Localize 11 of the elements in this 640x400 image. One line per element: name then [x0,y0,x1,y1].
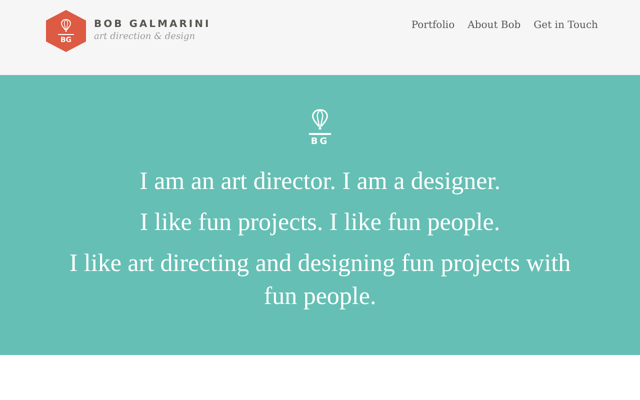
hero-statement: I like art directing and designing fun projects with fun people. [68,248,572,312]
hero-logo-initials: BG [310,138,330,146]
balloon-icon [312,109,328,130]
hero-statement: I am an art director. I am a designer. [138,166,502,196]
nav-link[interactable]: About Bob [468,18,521,33]
hero-statement: I like fun projects. I like fun people. [138,208,502,238]
brand-name: BOB GALMARINI [94,19,211,32]
nav-link[interactable]: Portfolio [411,18,455,33]
nav-link[interactable]: Get in Touch [534,18,598,33]
balloon-icon [61,18,71,32]
brand-tagline: art direction & design [94,32,196,43]
